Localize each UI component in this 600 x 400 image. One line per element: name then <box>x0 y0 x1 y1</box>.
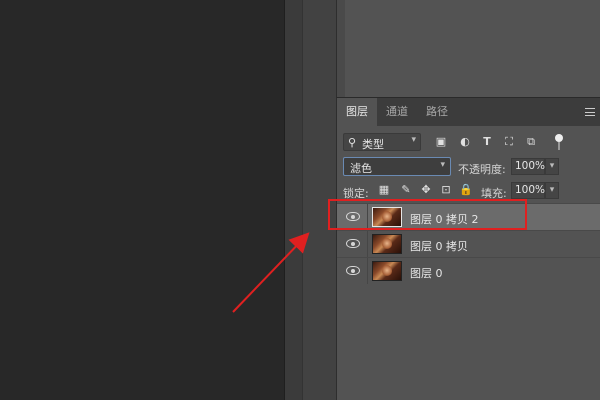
document-canvas[interactable] <box>0 0 284 400</box>
filter-kind-select[interactable]: ⚲ 类型 ▾ <box>343 133 421 151</box>
layer-thumbnail[interactable] <box>372 234 402 254</box>
layer-row[interactable]: 图层 0 <box>337 257 600 284</box>
type-filter-icon[interactable]: T <box>479 135 495 149</box>
opacity-dropdown-icon[interactable]: ▾ <box>545 158 559 175</box>
layer-name[interactable]: 图层 0 拷贝 <box>410 238 468 254</box>
fill-input[interactable]: 100% <box>511 182 545 199</box>
tab-channels[interactable]: 通道 <box>377 98 417 126</box>
eye-pupil <box>351 268 355 273</box>
fill-dropdown-icon[interactable]: ▾ <box>545 182 559 199</box>
lock-artboard-icon[interactable]: ⊡ <box>439 183 453 197</box>
lock-image-pixels-icon[interactable]: ✎ <box>399 183 413 197</box>
panel-dock-collapsed <box>284 0 302 400</box>
annotation-highlight-box <box>328 199 527 230</box>
visibility-eye-icon[interactable] <box>346 239 360 248</box>
row-divider <box>367 231 368 257</box>
blend-mode-select[interactable]: 滤色 ▾ <box>343 157 451 176</box>
filter-toggle[interactable] <box>555 134 563 150</box>
toggle-knob <box>555 134 563 142</box>
layer-row[interactable]: 图层 0 拷贝 <box>337 230 600 257</box>
blend-mode-value: 滤色 <box>350 162 372 175</box>
image-filter-icon[interactable]: ▣ <box>433 135 449 149</box>
filter-row: ⚲ 类型 ▾ ▣ ◐ T ⛶ ⧉ <box>337 130 600 154</box>
panel-tabs: 图层 通道 路径 <box>337 98 600 126</box>
adjustment-filter-icon[interactable]: ◐ <box>457 135 473 149</box>
lock-all-icon[interactable]: 🔒 <box>459 183 473 197</box>
smart-object-filter-icon[interactable]: ⧉ <box>523 135 539 149</box>
panel-menu-icon[interactable] <box>585 108 595 116</box>
eye-pupil <box>351 241 355 246</box>
lock-transparent-pixels-icon[interactable]: ▦ <box>377 183 391 197</box>
blend-row: 滤色 ▾ 不透明度: 100% ▾ <box>337 154 600 178</box>
layer-name[interactable]: 图层 0 <box>410 265 443 281</box>
opacity-input[interactable]: 100% <box>511 158 545 175</box>
tab-paths[interactable]: 路径 <box>417 98 457 126</box>
tab-layers[interactable]: 图层 <box>337 98 377 126</box>
row-divider <box>367 258 368 284</box>
opacity-label: 不透明度: <box>458 163 506 176</box>
chevron-down-icon: ▾ <box>411 135 416 145</box>
shape-filter-icon[interactable]: ⛶ <box>501 135 517 149</box>
toggle-stem <box>558 142 560 150</box>
search-icon: ⚲ <box>348 136 357 149</box>
filter-kind-label: 类型 <box>362 138 384 151</box>
chevron-down-icon: ▾ <box>440 160 445 170</box>
visibility-eye-icon[interactable] <box>346 266 360 275</box>
lock-position-icon[interactable]: ✥ <box>419 183 433 197</box>
upper-panel-body <box>345 0 600 97</box>
layer-thumbnail[interactable] <box>372 261 402 281</box>
layers-panel: 图层 通道 路径 ⚲ 类型 ▾ ▣ ◐ T ⛶ ⧉ 滤色 ▾ 不透明度: 100… <box>336 97 600 400</box>
upper-panel <box>336 0 600 97</box>
